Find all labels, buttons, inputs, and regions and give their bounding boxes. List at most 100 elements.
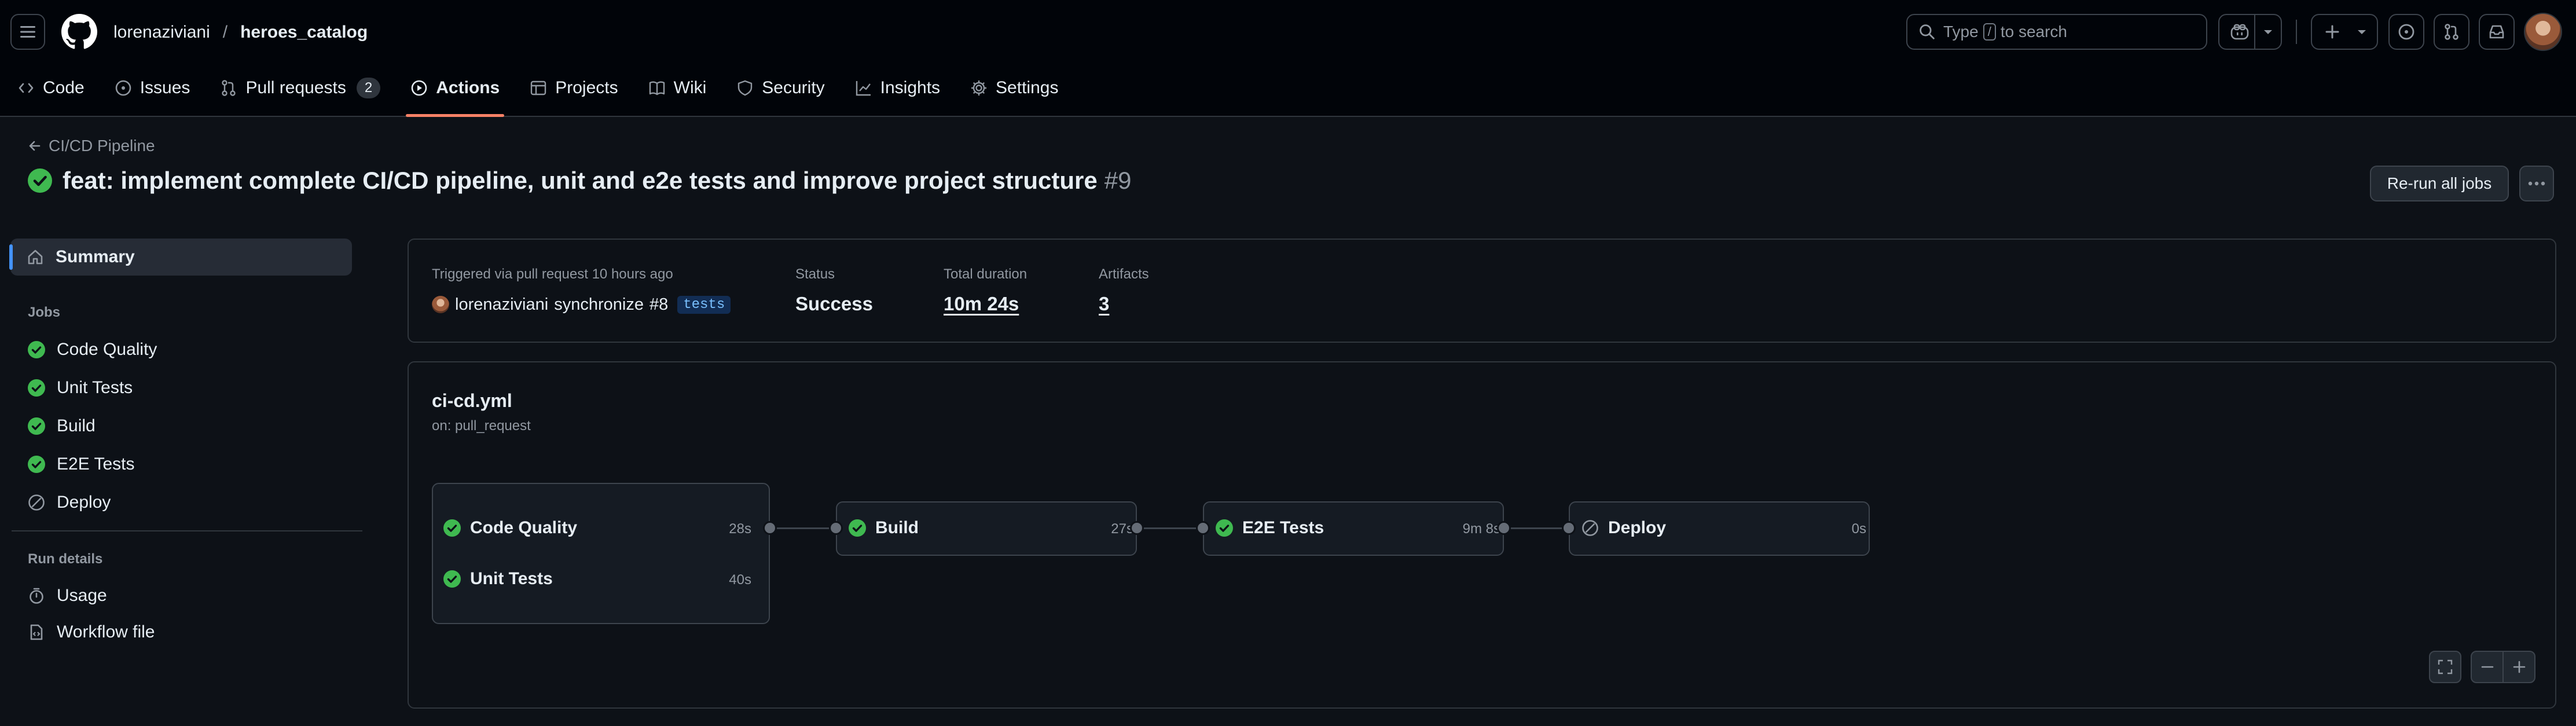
issues-button[interactable] xyxy=(2388,14,2424,50)
repo-breadcrumb: lorenaziviani / heroes_catalog xyxy=(113,21,368,44)
sidebar-job-build[interactable]: Build xyxy=(28,409,96,443)
actor-link[interactable]: lorenaziviani xyxy=(455,295,548,314)
job-duration: 27s xyxy=(1111,521,1133,537)
check-circle-fill-icon xyxy=(28,341,45,358)
graph-icon xyxy=(856,81,871,96)
sidebar-job-label: Code Quality xyxy=(57,340,157,359)
actor-avatar[interactable] xyxy=(432,296,449,313)
graph-job-code-quality[interactable]: Code Quality xyxy=(443,516,577,540)
search-placeholder-prefix: Type xyxy=(1943,23,1979,41)
artifacts-label: Artifacts xyxy=(1099,266,1149,282)
copilot-icon xyxy=(2230,24,2249,40)
graph-job-e2e-tests[interactable]: E2E Tests xyxy=(1216,516,1324,540)
connector-dot xyxy=(1497,521,1511,535)
job-duration: 28s xyxy=(729,521,751,537)
github-logo-icon[interactable] xyxy=(61,14,97,50)
run-title: feat: implement complete CI/CD pipeline,… xyxy=(28,167,1131,195)
graph-job-unit-tests[interactable]: Unit Tests xyxy=(443,567,553,591)
tab-label: Code xyxy=(43,78,85,97)
stopwatch-icon xyxy=(30,588,43,604)
branch-badge[interactable]: tests xyxy=(677,295,731,314)
graph-job-label: Build xyxy=(875,518,919,537)
repo-owner-link[interactable]: lorenaziviani xyxy=(113,23,210,42)
graph-job-label: Code Quality xyxy=(470,518,578,537)
trigger-detail: lorenaziviani synchronize #8 tests xyxy=(432,293,731,316)
sidebar-job-unit-tests[interactable]: Unit Tests xyxy=(28,371,133,405)
tab-code[interactable]: Code xyxy=(17,69,85,107)
pr-link[interactable]: #8 xyxy=(649,295,668,314)
issue-icon xyxy=(115,80,131,96)
usage-label: Usage xyxy=(57,586,107,605)
back-link-label: CI/CD Pipeline xyxy=(49,137,155,155)
file-code-icon xyxy=(30,624,43,640)
fullscreen-icon xyxy=(2438,659,2453,674)
chevron-down-icon xyxy=(2264,30,2272,34)
copilot-button[interactable] xyxy=(2218,14,2282,50)
tab-label: Issues xyxy=(140,78,190,97)
tab-projects[interactable]: Projects xyxy=(530,69,618,107)
create-new-button[interactable] xyxy=(2311,14,2378,50)
header-divider xyxy=(2296,20,2297,44)
sidebar-job-code-quality[interactable]: Code Quality xyxy=(28,332,157,367)
job-duration: 40s xyxy=(729,572,751,588)
back-to-workflow-link[interactable]: CI/CD Pipeline xyxy=(28,137,155,155)
sidebar-job-deploy[interactable]: Deploy xyxy=(28,485,111,520)
book-icon xyxy=(649,81,665,96)
tab-actions[interactable]: Actions xyxy=(406,69,505,117)
arrow-left-icon xyxy=(29,141,41,151)
status-value: Success xyxy=(795,293,873,314)
zoom-out-button[interactable] xyxy=(2472,652,2504,682)
repo-name-link[interactable]: heroes_catalog xyxy=(240,23,368,42)
tab-issues[interactable]: Issues xyxy=(115,69,190,107)
job-duration: 0s xyxy=(1851,521,1866,537)
pull-request-icon xyxy=(222,80,236,96)
tab-pull-requests[interactable]: Pull requests 2 xyxy=(220,69,381,107)
run-summary-card: Triggered via pull request 10 hours ago … xyxy=(408,239,2556,343)
sidebar-item-usage[interactable]: Usage xyxy=(28,578,107,613)
plus-icon xyxy=(2513,661,2525,673)
fullscreen-button[interactable] xyxy=(2429,651,2461,683)
tab-label: Insights xyxy=(880,78,941,97)
tab-settings[interactable]: Settings xyxy=(970,69,1058,107)
user-avatar[interactable] xyxy=(2524,13,2562,51)
search-input[interactable]: Type / to search xyxy=(1906,14,2207,50)
more-actions-button[interactable] xyxy=(2519,166,2554,201)
duration-value[interactable]: 10m 24s xyxy=(944,293,1019,315)
run-title-text: feat: implement complete CI/CD pipeline,… xyxy=(63,167,1098,194)
zoom-in-button[interactable] xyxy=(2504,652,2534,682)
pull-requests-button[interactable] xyxy=(2434,14,2469,50)
tab-security[interactable]: Security xyxy=(736,69,825,107)
graph-job-deploy[interactable]: Deploy xyxy=(1581,516,1666,540)
skipped-icon xyxy=(28,494,45,511)
tab-wiki[interactable]: Wiki xyxy=(648,69,707,107)
sidebar-item-workflow-file[interactable]: Workflow file xyxy=(28,615,155,650)
active-indicator xyxy=(9,244,13,270)
duration-label: Total duration xyxy=(944,266,1028,282)
check-circle-fill-icon xyxy=(443,519,461,537)
jobs-heading: Jobs xyxy=(28,305,61,320)
sidebar-job-label: Build xyxy=(57,416,96,435)
sidebar-job-label: Deploy xyxy=(57,493,111,512)
trigger-text: Triggered via pull request 10 hours ago xyxy=(432,266,673,282)
tab-label: Wiki xyxy=(673,78,707,97)
status-label: Status xyxy=(795,266,835,282)
sidebar-summary[interactable]: Summary xyxy=(9,239,352,276)
connector-dot xyxy=(1196,521,1210,535)
workflow-file-name[interactable]: ci-cd.yml xyxy=(432,390,512,412)
workflow-graph-card: ci-cd.yml on: pull_request Code Quality 2… xyxy=(408,361,2556,709)
play-icon xyxy=(411,80,427,96)
tab-insights[interactable]: Insights xyxy=(855,69,940,107)
notifications-button[interactable] xyxy=(2479,14,2515,50)
search-shortcut-key: / xyxy=(1983,23,1996,41)
run-details-heading: Run details xyxy=(28,551,103,567)
rerun-all-jobs-button[interactable]: Re-run all jobs xyxy=(2370,166,2509,201)
graph-job-build[interactable]: Build xyxy=(849,516,919,540)
artifacts-value[interactable]: 3 xyxy=(1099,293,1109,315)
trigger-action: synchronize xyxy=(554,295,644,314)
sidebar-job-e2e-tests[interactable]: E2E Tests xyxy=(28,447,135,482)
workflow-file-label: Workflow file xyxy=(57,622,155,641)
connector-line xyxy=(1137,527,1203,529)
inbox-icon xyxy=(2489,25,2504,39)
graph-job-label: Unit Tests xyxy=(470,569,553,588)
menu-button[interactable] xyxy=(10,14,45,50)
